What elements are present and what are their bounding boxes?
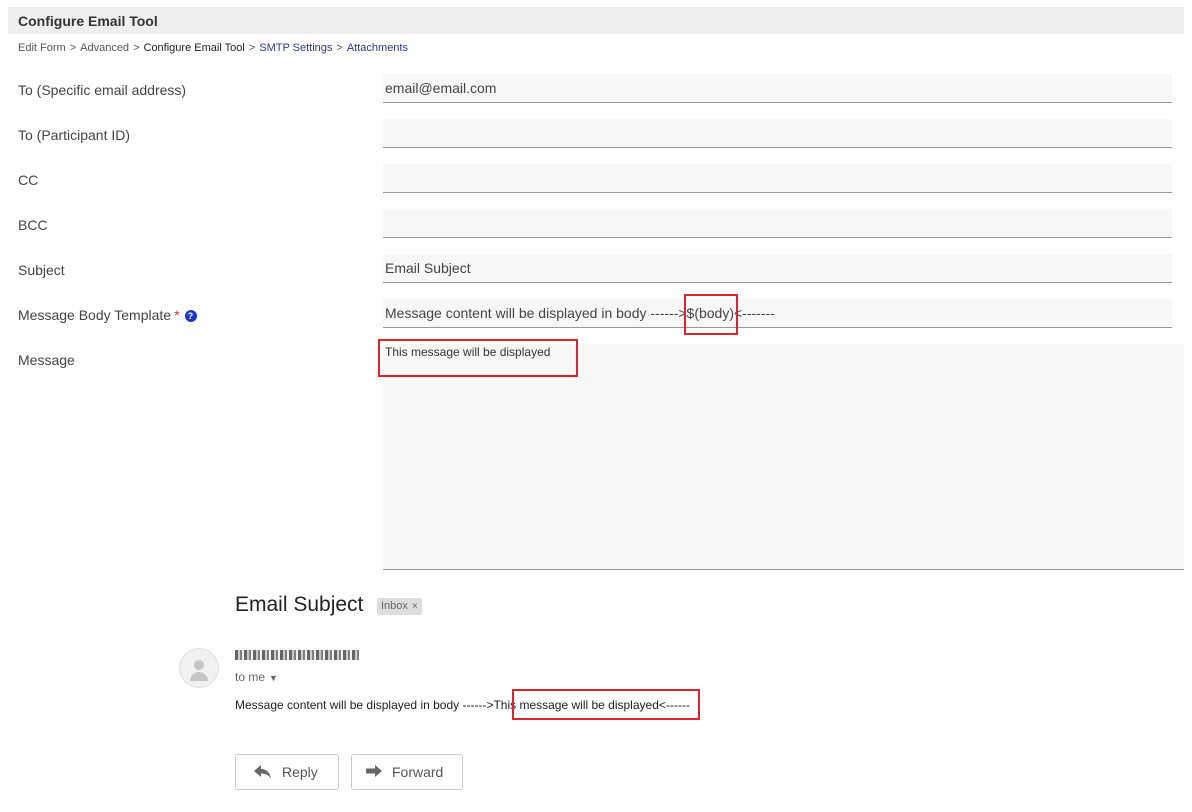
breadcrumb-smtp-settings[interactable]: SMTP Settings — [259, 42, 332, 54]
help-icon[interactable]: ? — [184, 310, 197, 322]
bcc-label: BCC — [18, 217, 48, 233]
recipient-label: to me — [235, 670, 266, 684]
reply-label: Reply — [282, 764, 318, 780]
breadcrumb-edit-form[interactable]: Edit Form — [18, 42, 66, 54]
required-marker: * — [174, 307, 180, 323]
breadcrumb: Edit Form > Advanced > Configure Email Tool >… — [18, 42, 408, 54]
breadcrumb-separator: > — [69, 42, 77, 54]
sender-redacted — [235, 650, 359, 660]
subject-label: Subject — [18, 262, 65, 278]
avatar — [179, 648, 219, 688]
subject-field[interactable]: Email Subject — [383, 254, 1172, 283]
subject-value: Email Subject — [385, 260, 471, 276]
to-email-field[interactable]: email@email.com — [383, 74, 1172, 103]
forward-button[interactable]: Forward — [351, 754, 463, 790]
breadcrumb-attachments[interactable]: Attachments — [347, 42, 408, 54]
to-email-value: email@email.com — [385, 80, 497, 96]
breadcrumb-separator: > — [133, 42, 140, 54]
avatar-person-icon — [194, 660, 204, 670]
panel-header: Configure Email Tool — [8, 7, 1184, 34]
reply-icon — [254, 765, 271, 779]
highlight-box-body-placeholder — [684, 294, 738, 335]
inbox-chip-label: Inbox — [381, 600, 408, 612]
chip-close-icon[interactable]: × — [412, 601, 418, 612]
body-template-label-group: Message Body Template *? — [18, 307, 197, 323]
cc-label: CC — [18, 172, 39, 188]
body-template-label: Message Body Template — [18, 307, 172, 323]
breadcrumb-configure-email-tool: Configure Email Tool — [143, 42, 245, 54]
to-participant-field[interactable] — [383, 119, 1172, 148]
highlight-box-message — [378, 339, 578, 377]
body-template-field[interactable]: Message content will be displayed in bod… — [383, 299, 1172, 328]
panel-title: Configure Email Tool — [18, 13, 158, 29]
forward-label: Forward — [392, 764, 444, 780]
breadcrumb-advanced[interactable]: Advanced — [80, 42, 129, 54]
to-participant-label: To (Participant ID) — [18, 127, 131, 143]
bcc-field[interactable] — [383, 209, 1172, 238]
email-body-prefix: Message content will be displayed in bod… — [235, 698, 494, 712]
recipient-toggle[interactable]: to me ▼ — [235, 670, 278, 684]
email-subject-heading: Email Subject — [235, 593, 364, 616]
cc-field[interactable] — [383, 164, 1172, 193]
breadcrumb-separator: > — [336, 42, 343, 54]
reply-button[interactable]: Reply — [235, 754, 339, 790]
to-email-label: To (Specific email address) — [18, 82, 187, 98]
message-label: Message — [18, 352, 75, 368]
message-textarea[interactable]: This message will be displayed — [383, 344, 1184, 570]
breadcrumb-separator: > — [248, 42, 256, 54]
chevron-down-icon: ▼ — [269, 673, 278, 683]
inbox-label-chip: Inbox × — [377, 598, 422, 615]
forward-icon — [366, 765, 382, 777]
highlight-box-email-body — [512, 689, 700, 720]
